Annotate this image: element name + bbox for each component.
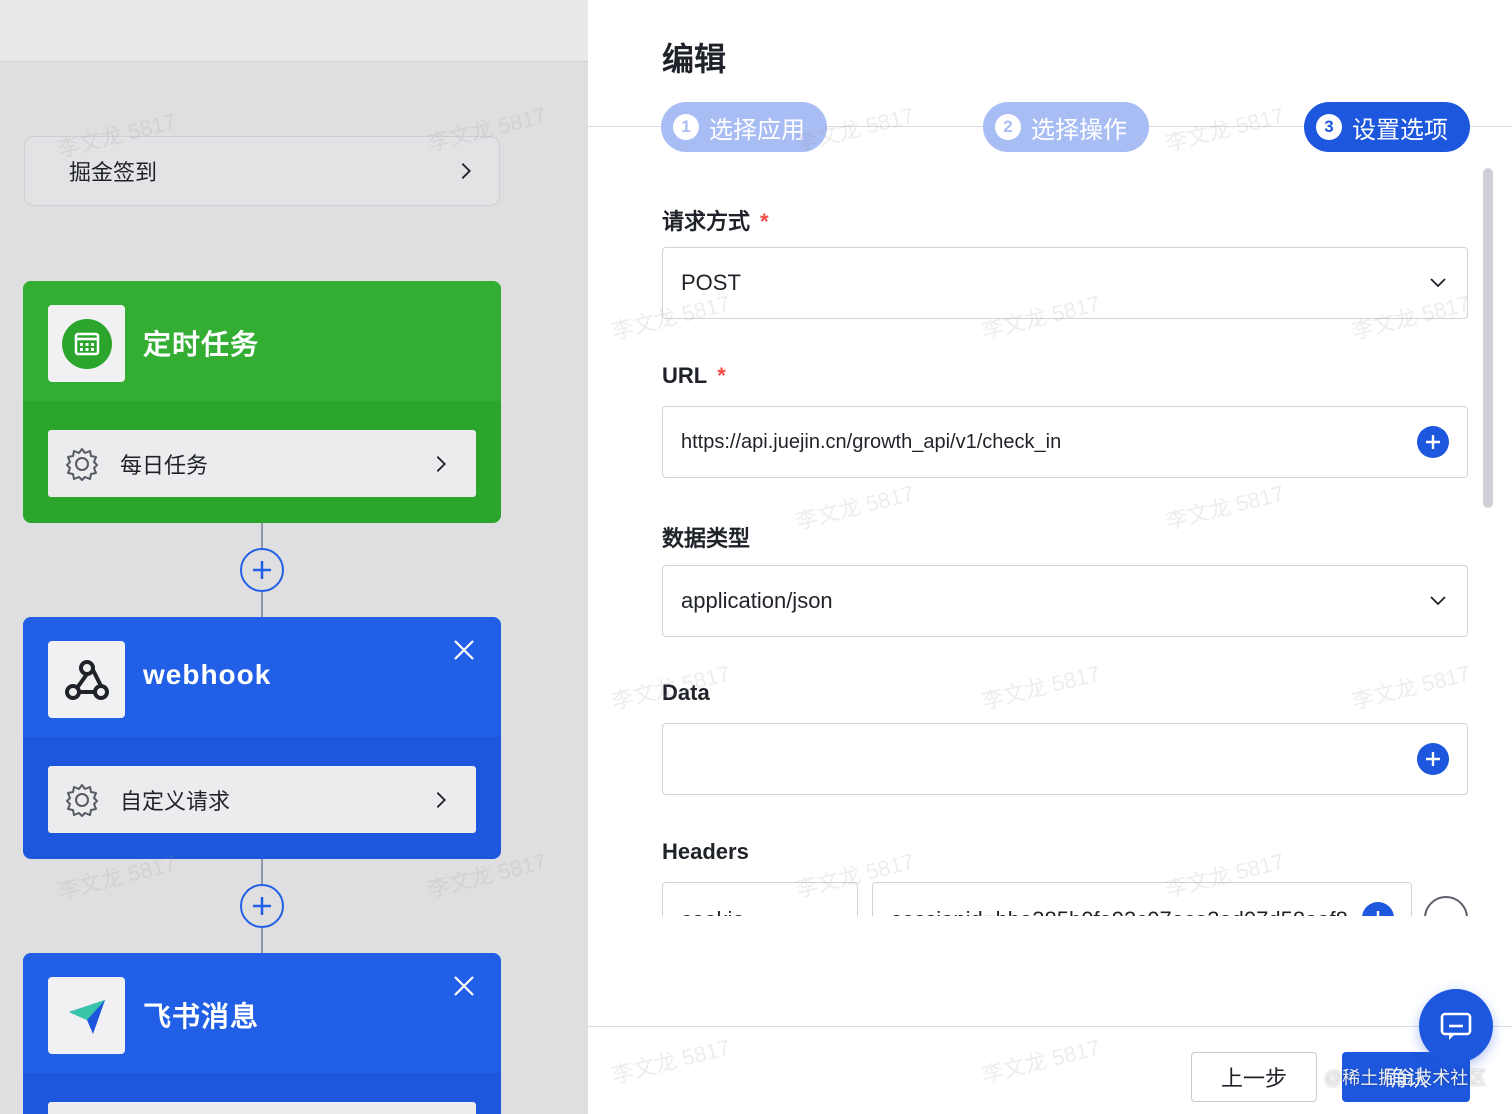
footer-divider	[588, 1026, 1512, 1027]
url-label-text: URL	[662, 363, 708, 388]
watermark: 李文龙 5817	[1349, 660, 1473, 715]
data-label: Data	[662, 680, 710, 706]
plus-icon	[1376, 911, 1380, 916]
canvas-toolbar	[0, 0, 588, 62]
node-action-label: 每日任务	[120, 452, 209, 478]
node-scheduled-task[interactable]: 定时任务 每日任务	[23, 281, 501, 523]
watermark: 李文龙 5817	[609, 1034, 733, 1089]
node-action-custom-request[interactable]: 自定义请求	[48, 766, 476, 833]
chat-icon	[1440, 1012, 1472, 1040]
chevron-down-icon	[1427, 590, 1449, 612]
required-mark: *	[717, 363, 726, 388]
workflow-canvas: 掘金签到 定时任务 每日任务 webhook 自定义请求 飞书消息 李文龙 58…	[0, 0, 588, 1114]
url-input[interactable]: https://api.juejin.cn/growth_api/v1/chec…	[662, 406, 1468, 478]
step-set-options[interactable]: 3 设置选项	[1304, 102, 1470, 152]
gear-icon	[64, 446, 100, 482]
options-form: 请求方式 * POST URL * https://api.juejin.cn/gr…	[588, 160, 1512, 916]
watermark: 李文龙 5817	[793, 480, 917, 535]
headers-label-text: Headers	[662, 839, 749, 864]
node-title: 定时任务	[143, 329, 260, 360]
scrollbar[interactable]	[1483, 168, 1493, 508]
url-value: https://api.juejin.cn/growth_api/v1/chec…	[681, 430, 1062, 453]
calendar-icon	[48, 305, 125, 382]
edit-panel: 编辑 1 选择应用 2 选择操作 3 设置选项 请求方式 * POST URL * …	[588, 0, 1512, 1114]
feishu-icon	[48, 977, 125, 1054]
data-input[interactable]	[662, 723, 1468, 795]
header-value-input[interactable]: sessionid=bba385b0fa93c07eca3ad07d58aaf8	[872, 882, 1412, 916]
plus-icon	[253, 897, 271, 915]
step-select-action[interactable]: 2 选择操作	[983, 102, 1149, 152]
node-title: 飞书消息	[143, 1001, 260, 1032]
project-name-card[interactable]: 掘金签到	[24, 136, 500, 206]
add-step-button[interactable]	[240, 548, 284, 592]
close-icon[interactable]	[451, 637, 477, 663]
step-number: 3	[1316, 114, 1342, 140]
plus-icon	[1426, 435, 1440, 449]
header-key-input[interactable]: cookie	[662, 882, 858, 916]
step-label: 选择操作	[1031, 116, 1127, 144]
data-type-select[interactable]: application/json	[662, 565, 1468, 637]
remove-header-button[interactable]	[1424, 896, 1468, 916]
chevron-right-icon	[430, 789, 452, 811]
url-label: URL *	[662, 363, 726, 389]
data-type-label: 数据类型	[662, 521, 750, 553]
data-type-value: application/json	[681, 588, 833, 613]
project-name: 掘金签到	[69, 160, 158, 185]
gear-icon	[64, 782, 100, 818]
data-label-text: Data	[662, 680, 710, 705]
close-icon[interactable]	[451, 973, 477, 999]
data-type-label-text: 数据类型	[662, 526, 751, 551]
node-action[interactable]	[48, 1102, 476, 1114]
watermark: 李文龙 5817	[1163, 102, 1287, 157]
step-number: 1	[673, 114, 699, 140]
insert-variable-button[interactable]	[1417, 426, 1449, 458]
watermark: 李文龙 5817	[979, 1034, 1103, 1089]
watermark: 李文龙 5817	[1163, 480, 1287, 535]
headers-label: Headers	[662, 839, 749, 865]
required-mark: *	[760, 209, 769, 234]
source-credit: @稀土掘金技术社区	[1324, 1068, 1487, 1088]
chevron-right-icon	[430, 453, 452, 475]
plus-icon	[1426, 752, 1440, 766]
chat-support-button[interactable]	[1419, 989, 1493, 1063]
method-label-text: 请求方式	[662, 209, 751, 234]
chevron-down-icon	[1427, 272, 1449, 294]
method-label: 请求方式 *	[662, 204, 769, 236]
previous-step-button[interactable]: 上一步	[1191, 1052, 1317, 1102]
method-select[interactable]: POST	[662, 247, 1468, 319]
step-label: 设置选项	[1352, 116, 1448, 144]
chevron-right-icon	[455, 160, 477, 182]
step-number: 2	[995, 114, 1021, 140]
step-label: 选择应用	[709, 116, 805, 144]
webhook-icon	[48, 641, 125, 718]
plus-icon	[253, 561, 271, 579]
watermark: 李文龙 5817	[979, 660, 1103, 715]
insert-variable-button[interactable]	[1417, 743, 1449, 775]
add-step-button[interactable]	[240, 884, 284, 928]
step-select-app[interactable]: 1 选择应用	[661, 102, 827, 152]
method-value: POST	[681, 270, 741, 295]
node-webhook[interactable]: webhook 自定义请求	[23, 617, 501, 859]
node-title: webhook	[143, 659, 272, 690]
node-feishu-message[interactable]: 飞书消息	[23, 953, 501, 1114]
node-action-label: 自定义请求	[120, 788, 231, 814]
panel-title: 编辑	[662, 41, 727, 77]
node-action-daily-task[interactable]: 每日任务	[48, 430, 476, 497]
